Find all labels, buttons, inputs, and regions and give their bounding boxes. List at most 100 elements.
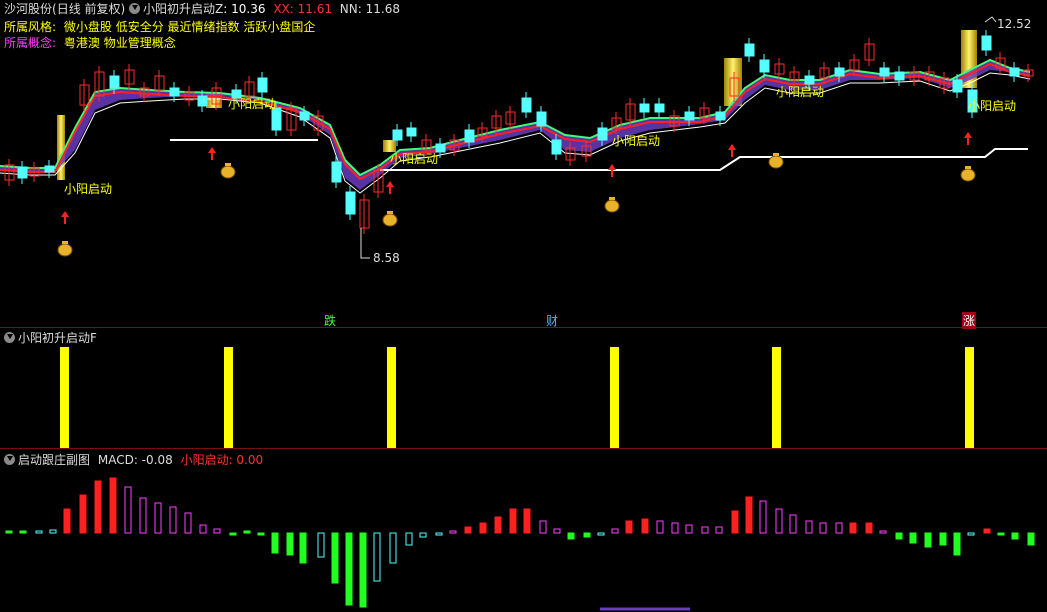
concept-row: 所属概念: 粤港澳 物业管理概念 [4, 34, 176, 51]
money-bag-icon [960, 168, 976, 182]
sub2-title[interactable]: 启动跟庄副图 [18, 453, 90, 467]
signal-label: 小阳启动 [968, 99, 1017, 113]
macd-bar [715, 526, 723, 534]
up-arrow-icon [728, 144, 736, 150]
main-chart-pane[interactable]: 沙河股份(日线 前复权) 小阳初升启动Z: 10.36 XX: 11.61 NN… [0, 0, 1047, 329]
macd-bar [509, 508, 517, 534]
signal-label: 小阳启动 [612, 134, 661, 148]
candle-body [197, 95, 208, 107]
macd-bar [539, 520, 547, 534]
macd-bar [1011, 532, 1019, 540]
macd-bar [19, 530, 27, 534]
signal-bar [224, 347, 233, 448]
macd-bar [124, 486, 132, 534]
up-arrow-icon [964, 132, 972, 138]
macd-bar [479, 522, 487, 534]
macd-bar [271, 532, 279, 554]
macd-bar [924, 532, 932, 548]
candle-body [464, 129, 475, 143]
macd-bar [405, 532, 413, 546]
macd-bar [909, 532, 917, 544]
macd-bar [685, 524, 693, 534]
indicator-dropdown-icon[interactable] [4, 332, 15, 343]
signal-bars [60, 347, 974, 448]
up-arrow-icon [386, 181, 394, 187]
high-price-label: 12.52 [997, 17, 1032, 31]
candle-body [17, 166, 28, 179]
macd-bar [79, 494, 87, 534]
macd-bar [389, 532, 397, 564]
candle-body [715, 111, 726, 121]
macd-bar [583, 532, 591, 538]
macd-bar [953, 532, 961, 556]
macd-bar [139, 497, 147, 534]
macd-bar [373, 532, 381, 582]
macd-bar [819, 522, 827, 534]
candle-body [299, 111, 310, 121]
money-bag-icon [57, 243, 73, 257]
candle-body [521, 97, 532, 113]
money-bag-icon [225, 163, 231, 166]
candle-body [981, 35, 992, 51]
macd-bar [464, 526, 472, 534]
xx-value: XX: 11.61 [273, 2, 332, 16]
macd-bar [1027, 532, 1035, 546]
macd-bar [63, 508, 71, 534]
style-label: 所属风格: [4, 20, 57, 34]
candle-body [952, 79, 963, 93]
marker-zhang: 涨 [962, 312, 977, 329]
macd-bar [895, 532, 903, 540]
candle-body [406, 127, 417, 137]
macd-bar [243, 530, 251, 534]
macd-bar [597, 532, 605, 536]
macd-bar [257, 532, 265, 536]
indicator-name[interactable]: 小阳初升启动Z [143, 2, 223, 16]
up-arrow-icon [61, 211, 69, 217]
high-pointer-icon [984, 16, 997, 23]
macd-bar [331, 532, 339, 584]
signal-bar [60, 347, 69, 448]
money-bag-icon [62, 241, 68, 244]
low-pointer-icon [360, 228, 370, 259]
sub2-header: 启动跟庄副图 MACD: -0.08 小阳启动: 0.00 [4, 451, 263, 468]
macd-bar [154, 502, 162, 534]
macd-bar [229, 532, 237, 536]
indicator-dropdown-icon[interactable] [4, 454, 15, 465]
macd-bar [567, 532, 575, 540]
macd-bar [835, 522, 843, 534]
macd-bar [94, 480, 102, 534]
macd-bar [317, 532, 325, 558]
candle-body [597, 127, 608, 141]
macd-bar [49, 529, 57, 534]
money-bag-icon [220, 165, 236, 179]
money-bag-icon [604, 199, 620, 213]
macd-bar [5, 530, 13, 534]
signal-bar [387, 347, 396, 448]
signal-label: 小阳启动 [64, 182, 113, 196]
macd-pane[interactable]: 启动跟庄副图 MACD: -0.08 小阳启动: 0.00 [0, 449, 1047, 612]
indicator-dropdown-icon[interactable] [129, 3, 141, 14]
sub1-title[interactable]: 小阳初升启动F [18, 331, 97, 345]
macd-bar [419, 532, 427, 538]
signal-bars-pane[interactable]: 小阳初升启动F [0, 328, 1047, 449]
candle-body [894, 71, 905, 81]
macd-bar [359, 532, 367, 608]
macd-bar [775, 508, 783, 534]
macd-bar [184, 512, 192, 534]
macd-bar [299, 532, 307, 564]
marker-die: 跌 [324, 314, 337, 328]
macd-bar [169, 506, 177, 534]
nn-value: NN: 11.68 [339, 2, 400, 16]
macd-bar [805, 520, 813, 534]
up-arrow-icon [608, 164, 616, 170]
period-label: (日线 前复权) [52, 2, 126, 16]
concept-label: 所属概念: [4, 36, 57, 50]
signal-block [57, 115, 65, 180]
sub1-header: 小阳初升启动F [4, 329, 97, 346]
candle-body [879, 67, 890, 77]
candle-body [684, 111, 695, 121]
macd-bar [286, 532, 294, 556]
money-bag-icon [609, 197, 615, 200]
signal-value: 小阳启动: 0.00 [180, 453, 264, 467]
style-row: 所属风格: 微小盘股 低安全分 最近情绪指数 活跃小盘国企 [4, 18, 315, 35]
